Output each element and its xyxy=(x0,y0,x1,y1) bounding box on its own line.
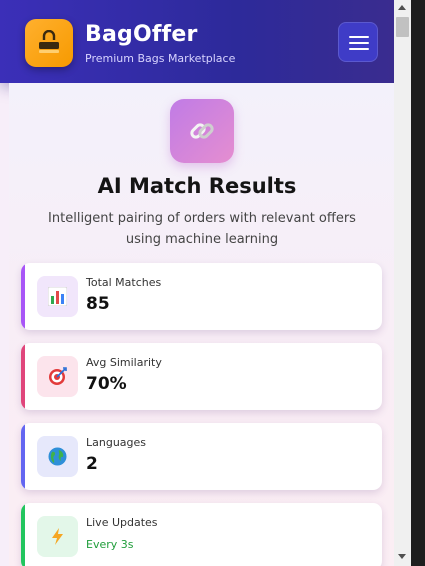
stat-value: 2 xyxy=(86,454,98,474)
card-accent-bar xyxy=(21,343,25,410)
card-icon-box xyxy=(37,516,78,557)
hero-icon-box xyxy=(170,99,234,163)
card-icon-box xyxy=(37,356,78,397)
stat-label: Avg Similarity xyxy=(86,356,162,369)
stat-value: 70% xyxy=(86,374,127,394)
page-title: AI Match Results xyxy=(97,174,297,198)
scrollbar-thumb[interactable] xyxy=(396,17,409,37)
scroll-down-arrow-icon[interactable] xyxy=(398,554,406,559)
hamburger-menu-icon xyxy=(349,48,369,50)
vertical-scrollbar[interactable] xyxy=(394,0,411,566)
card-icon-box xyxy=(37,276,78,317)
page-subtitle: Intelligent pairing of orders with relev… xyxy=(48,211,356,247)
brand-title[interactable]: BagOffer xyxy=(85,22,198,47)
link-icon xyxy=(190,123,214,139)
card-accent-bar xyxy=(21,423,25,490)
brand-subtitle: Premium Bags Marketplace xyxy=(85,52,236,65)
card-icon-box xyxy=(37,436,78,477)
stat-value: 85 xyxy=(86,294,110,314)
hamburger-menu-icon xyxy=(349,36,369,38)
logo[interactable] xyxy=(25,19,73,67)
bar-chart-icon xyxy=(48,287,67,306)
menu-button[interactable] xyxy=(338,22,378,62)
bag-icon xyxy=(39,30,59,53)
stat-label: Languages xyxy=(86,436,147,449)
stat-label: Live Updates xyxy=(86,516,158,529)
hamburger-menu-icon xyxy=(349,42,369,44)
target-icon xyxy=(49,367,67,385)
card-accent-bar xyxy=(21,503,25,566)
stat-card-avg-similarity: Avg Similarity 70% xyxy=(21,343,382,410)
stat-card-total-matches: Total Matches 85 xyxy=(21,263,382,330)
stat-value: Every 3s xyxy=(86,538,134,551)
scroll-up-arrow-icon[interactable] xyxy=(398,5,406,10)
stat-card-live-updates: Live Updates Every 3s xyxy=(21,503,382,566)
lightning-icon xyxy=(52,528,63,545)
app-header: BagOffer Premium Bags Marketplace xyxy=(0,0,394,83)
globe-icon xyxy=(48,447,67,466)
stat-card-languages: Languages 2 xyxy=(21,423,382,490)
card-accent-bar xyxy=(21,263,25,330)
app-viewport: BagOffer Premium Bags Marketplace AI Mat… xyxy=(0,0,394,566)
stat-label: Total Matches xyxy=(86,276,162,289)
